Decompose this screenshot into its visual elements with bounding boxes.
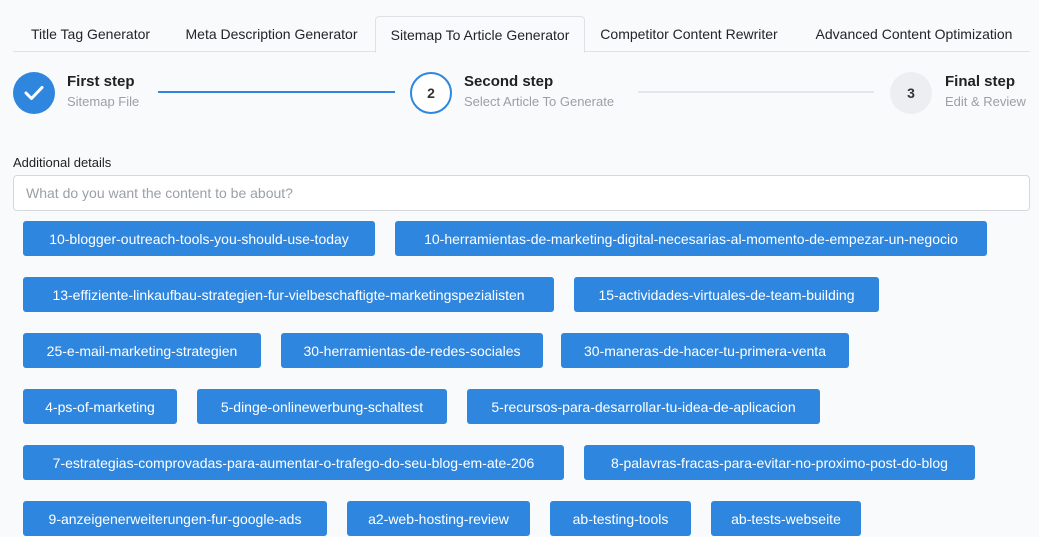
step-2-subtitle: Select Article To Generate xyxy=(464,94,615,109)
additional-details-input[interactable] xyxy=(13,175,1030,211)
article-chip[interactable]: 25-e-mail-marketing-strategien xyxy=(23,333,261,368)
article-chip[interactable]: 5-recursos-para-desarrollar-tu-idea-de-a… xyxy=(467,389,820,424)
article-chip[interactable]: 5-dinge-onlinewerbung-schaltest xyxy=(197,389,447,424)
step-connector-2 xyxy=(638,91,874,93)
article-chip[interactable]: a2-web-hosting-review xyxy=(347,501,530,536)
step-1-subtitle: Sitemap File xyxy=(67,94,140,109)
article-chip[interactable]: ab-testing-tools xyxy=(550,501,691,536)
tab-meta-description-generator[interactable]: Meta Description Generator xyxy=(173,16,370,52)
step-1-title: First step xyxy=(67,73,135,90)
tool-tabs: Title Tag Generator Meta Description Gen… xyxy=(13,16,1030,53)
step-1-check-icon xyxy=(13,72,55,114)
article-chip[interactable]: 10-herramientas-de-marketing-digital-nec… xyxy=(395,221,987,256)
step-connector-1 xyxy=(158,91,395,93)
article-chip[interactable]: 10-blogger-outreach-tools-you-should-use… xyxy=(23,221,375,256)
step-3-subtitle: Edit & Review xyxy=(945,94,1026,109)
article-chip[interactable]: 7-estrategias-comprovadas-para-aumentar-… xyxy=(23,445,564,480)
tab-advanced-content-optimization[interactable]: Advanced Content Optimization xyxy=(808,16,1020,52)
article-chip[interactable]: 15-actividades-virtuales-de-team-buildin… xyxy=(574,277,879,312)
article-chip[interactable]: 4-ps-of-marketing xyxy=(23,389,177,424)
tab-title-tag-generator[interactable]: Title Tag Generator xyxy=(13,16,168,52)
article-chip[interactable]: ab-tests-webseite xyxy=(711,501,861,536)
step-2-number: 2 xyxy=(410,72,452,114)
article-chip[interactable]: 30-maneras-de-hacer-tu-primera-venta xyxy=(561,333,849,368)
tab-competitor-content-rewriter[interactable]: Competitor Content Rewriter xyxy=(590,16,788,52)
tab-sitemap-to-article-generator[interactable]: Sitemap To Article Generator xyxy=(375,16,585,53)
article-chip[interactable]: 9-anzeigenerweiterungen-fur-google-ads xyxy=(23,501,327,536)
article-chip[interactable]: 8-palavras-fracas-para-evitar-no-proximo… xyxy=(584,445,975,480)
step-3-title: Final step xyxy=(945,73,1016,90)
step-2-title: Second step xyxy=(464,73,554,90)
article-chip[interactable]: 13-effiziente-linkaufbau-strategien-fur-… xyxy=(23,277,554,312)
additional-details-label: Additional details xyxy=(13,155,112,170)
article-chip[interactable]: 30-herramientas-de-redes-sociales xyxy=(281,333,543,368)
step-3-number: 3 xyxy=(890,72,932,114)
